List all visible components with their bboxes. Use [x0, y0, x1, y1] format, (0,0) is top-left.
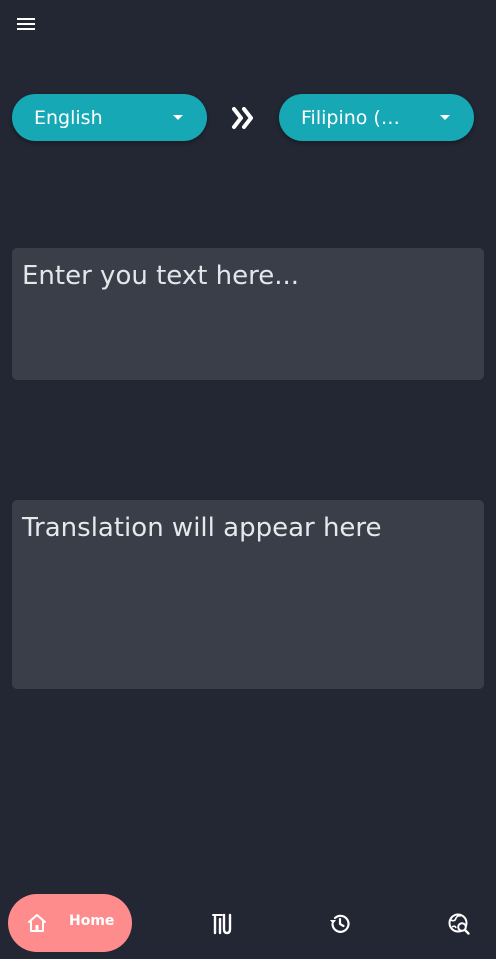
- source-text-input[interactable]: [22, 261, 474, 367]
- nav-home-button[interactable]: Home: [8, 894, 132, 952]
- home-icon: [28, 914, 46, 932]
- nav-history-button[interactable]: [328, 912, 352, 936]
- globe-search-icon: [448, 913, 470, 935]
- bottom-navigation: Home: [0, 888, 496, 959]
- target-language-label: Filipino (Tagalog): [301, 106, 407, 129]
- source-language-label: English: [34, 106, 103, 129]
- nav-home-label: Home: [69, 913, 115, 929]
- history-icon: [330, 914, 350, 933]
- target-language-select[interactable]: Filipino (Tagalog): [279, 94, 474, 141]
- caret-down-icon: [440, 113, 450, 123]
- double-chevron-right-icon[interactable]: [231, 106, 257, 130]
- caret-down-icon: [173, 113, 183, 123]
- nav-explore-button[interactable]: [447, 912, 471, 936]
- translation-output-card: Translation will appear here: [12, 500, 484, 689]
- menu-icon: [17, 18, 35, 30]
- menu-button[interactable]: [11, 9, 41, 39]
- source-language-select[interactable]: English: [12, 94, 207, 141]
- nav-phrasebook-button[interactable]: [210, 912, 234, 936]
- source-text-card: [12, 248, 484, 380]
- phrasebook-icon: [212, 913, 232, 935]
- translation-output-text: Translation will appear here: [22, 513, 382, 543]
